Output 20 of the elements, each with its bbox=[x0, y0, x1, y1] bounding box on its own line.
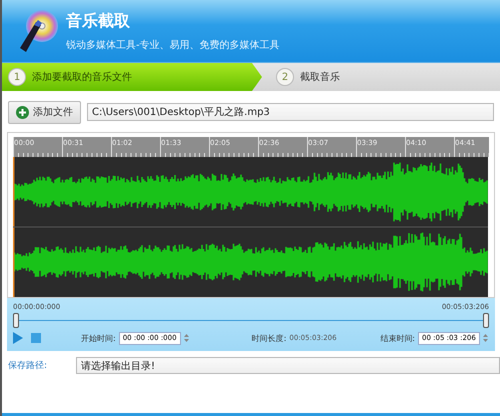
save-path-label: 保存路径: bbox=[8, 360, 48, 372]
step-label: 截取音乐 bbox=[300, 70, 340, 84]
step-tab[interactable]: 2 截取音乐 bbox=[268, 63, 340, 91]
spin-arrows-icon[interactable] bbox=[182, 333, 190, 343]
end-time-label: 结束时间: bbox=[380, 332, 415, 344]
step-number: 1 bbox=[8, 68, 26, 86]
save-path-field[interactable]: 请选择输出目录! bbox=[76, 357, 500, 374]
play-icon[interactable] bbox=[13, 332, 23, 344]
file-path-field[interactable]: C:\Users\001\Desktop\平凡之路.mp3 bbox=[87, 103, 494, 121]
app-subtitle: 锐动多媒体工具-专业、易用、免费的多媒体工具 bbox=[66, 38, 280, 52]
plus-icon bbox=[16, 106, 29, 118]
range-handle[interactable] bbox=[13, 313, 19, 328]
app-title: 音乐截取 bbox=[66, 10, 131, 32]
step-label: 添加要截取的音乐文件 bbox=[32, 70, 132, 84]
start-time-label: 开始时间: bbox=[81, 332, 116, 344]
step-number: 2 bbox=[276, 68, 294, 86]
spin-arrows-icon[interactable] bbox=[482, 333, 489, 343]
add-file-button[interactable]: 添加文件 bbox=[8, 100, 81, 124]
range-handle[interactable] bbox=[483, 313, 489, 328]
duration-label: 时间长度: bbox=[252, 332, 286, 344]
